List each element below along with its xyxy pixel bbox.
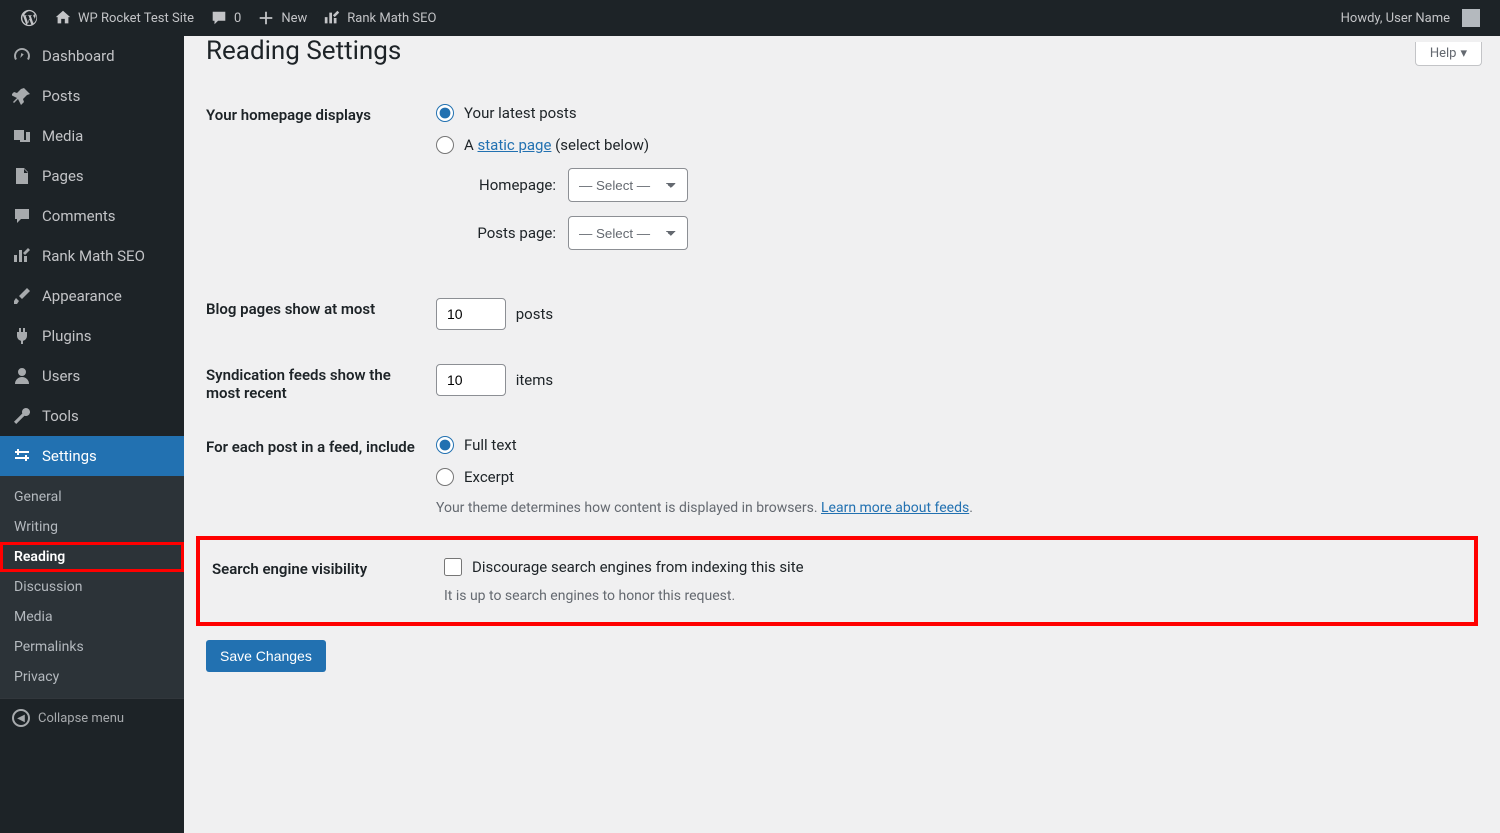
- help-tab[interactable]: Help ▾: [1415, 42, 1482, 66]
- rankmath-label: Rank Math SEO: [347, 11, 436, 26]
- search-visibility-heading: Search engine visibility: [212, 554, 442, 608]
- sidebar-item-posts[interactable]: Posts: [0, 76, 184, 116]
- sidebar-item-label: Media: [42, 127, 83, 145]
- collapse-menu[interactable]: ◀ Collapse menu: [0, 698, 184, 737]
- home-icon: [54, 9, 72, 27]
- submenu-discussion[interactable]: Discussion: [0, 572, 184, 602]
- feeds-heading: Syndication feeds show the most recent: [206, 350, 436, 422]
- submenu-media[interactable]: Media: [0, 602, 184, 632]
- sidebar-item-label: Plugins: [42, 327, 91, 345]
- plus-icon: [257, 9, 275, 27]
- plug-icon: [12, 326, 32, 346]
- dashboard-icon: [12, 46, 32, 66]
- wrench-icon: [12, 406, 32, 426]
- learn-more-feeds-link[interactable]: Learn more about feeds: [821, 500, 969, 516]
- howdy-text: Howdy, User Name: [1341, 11, 1450, 26]
- submenu-reading[interactable]: Reading: [0, 542, 184, 572]
- blog-pages-heading: Blog pages show at most: [206, 284, 436, 350]
- feeds-unit: items: [516, 371, 553, 389]
- sidebar-item-comments[interactable]: Comments: [0, 196, 184, 236]
- sidebar-item-pages[interactable]: Pages: [0, 156, 184, 196]
- rankmath-link[interactable]: Rank Math SEO: [315, 0, 444, 36]
- blog-pages-input[interactable]: [436, 298, 506, 330]
- user-icon: [12, 366, 32, 386]
- blog-pages-unit: posts: [516, 305, 553, 323]
- search-visibility-note: It is up to search engines to honor this…: [444, 588, 1452, 604]
- sidebar-item-label: Comments: [42, 207, 116, 225]
- brush-icon: [12, 286, 32, 306]
- feed-description: Your theme determines how content is dis…: [436, 500, 1468, 516]
- sidebar-item-plugins[interactable]: Plugins: [0, 316, 184, 356]
- avatar: [1462, 9, 1480, 27]
- radio-static-page[interactable]: [436, 136, 454, 154]
- sidebar-item-label: Rank Math SEO: [42, 247, 145, 265]
- wp-logo[interactable]: [12, 0, 46, 36]
- main-content: Help ▾ Reading Settings Your homepage di…: [184, 36, 1500, 726]
- sidebar-item-users[interactable]: Users: [0, 356, 184, 396]
- sidebar-item-label: Tools: [42, 407, 79, 425]
- sidebar-item-label: Users: [42, 367, 80, 385]
- posts-page-select[interactable]: — Select —: [568, 216, 688, 250]
- radio-excerpt[interactable]: [436, 468, 454, 486]
- user-menu[interactable]: Howdy, User Name: [1333, 0, 1488, 36]
- sidebar-item-label: Appearance: [42, 287, 122, 305]
- site-title: WP Rocket Test Site: [78, 11, 194, 26]
- static-page-link[interactable]: static page: [478, 136, 552, 154]
- chevron-down-icon: ▾: [1460, 46, 1467, 61]
- wordpress-icon: [20, 9, 38, 27]
- collapse-icon: ◀: [12, 709, 30, 727]
- discourage-checkbox-label[interactable]: Discourage search engines from indexing …: [472, 558, 804, 576]
- comments-count: 0: [234, 11, 241, 26]
- radio-latest-posts-label[interactable]: Your latest posts: [464, 104, 577, 122]
- help-label: Help: [1430, 46, 1457, 61]
- chart-icon: [12, 246, 32, 266]
- radio-excerpt-label[interactable]: Excerpt: [464, 468, 514, 486]
- chart-icon: [323, 9, 341, 27]
- new-label: New: [281, 11, 307, 26]
- sidebar-item-media[interactable]: Media: [0, 116, 184, 156]
- sidebar-item-appearance[interactable]: Appearance: [0, 276, 184, 316]
- discourage-checkbox[interactable]: [444, 558, 462, 576]
- page-title: Reading Settings: [206, 36, 1478, 66]
- save-button[interactable]: Save Changes: [206, 640, 326, 672]
- submenu-permalinks[interactable]: Permalinks: [0, 632, 184, 662]
- media-icon: [12, 126, 32, 146]
- search-visibility-highlight: Search engine visibility Discourage sear…: [196, 536, 1478, 626]
- admin-sidebar: Dashboard Posts Media Pages Comments Ran…: [0, 36, 184, 833]
- submenu-writing[interactable]: Writing: [0, 512, 184, 542]
- site-name-link[interactable]: WP Rocket Test Site: [46, 0, 202, 36]
- homepage-displays-heading: Your homepage displays: [206, 90, 436, 284]
- sidebar-item-label: Pages: [42, 167, 84, 185]
- radio-static-page-label[interactable]: A static page (select below): [464, 136, 649, 154]
- sidebar-item-tools[interactable]: Tools: [0, 396, 184, 436]
- sidebar-item-label: Posts: [42, 87, 80, 105]
- radio-full-text[interactable]: [436, 436, 454, 454]
- sidebar-item-label: Settings: [42, 447, 97, 465]
- admin-toolbar: WP Rocket Test Site 0 New Rank Math SEO …: [0, 0, 1500, 36]
- new-content-link[interactable]: New: [249, 0, 315, 36]
- pin-icon: [12, 86, 32, 106]
- comments-link[interactable]: 0: [202, 0, 249, 36]
- collapse-label: Collapse menu: [38, 711, 124, 726]
- sidebar-item-rankmath[interactable]: Rank Math SEO: [0, 236, 184, 276]
- submenu-privacy[interactable]: Privacy: [0, 662, 184, 692]
- sidebar-item-settings[interactable]: Settings: [0, 436, 184, 476]
- posts-page-select-label: Posts page:: [464, 224, 556, 242]
- radio-full-text-label[interactable]: Full text: [464, 436, 517, 454]
- homepage-select-label: Homepage:: [464, 176, 556, 194]
- homepage-select[interactable]: — Select —: [568, 168, 688, 202]
- feeds-input[interactable]: [436, 364, 506, 396]
- feed-include-heading: For each post in a feed, include: [206, 422, 436, 536]
- sidebar-item-dashboard[interactable]: Dashboard: [0, 36, 184, 76]
- radio-latest-posts[interactable]: [436, 104, 454, 122]
- sidebar-item-label: Dashboard: [42, 47, 115, 65]
- sliders-icon: [12, 446, 32, 466]
- submenu-general[interactable]: General: [0, 482, 184, 512]
- comment-icon: [12, 206, 32, 226]
- settings-submenu: General Writing Reading Discussion Media…: [0, 476, 184, 698]
- pages-icon: [12, 166, 32, 186]
- comment-icon: [210, 9, 228, 27]
